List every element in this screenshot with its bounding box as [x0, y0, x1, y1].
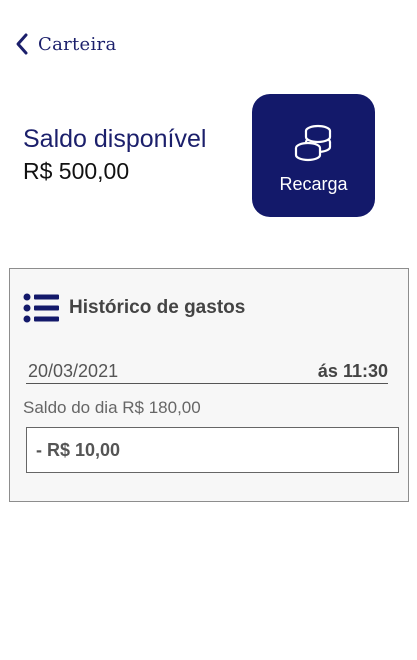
back-nav[interactable]: Carteira [14, 32, 117, 56]
balance-label: Saldo disponível [23, 125, 207, 153]
coins-icon [294, 124, 331, 162]
recharge-label: Recarga [279, 174, 348, 194]
chevron-left-icon[interactable] [14, 32, 32, 56]
history-entry[interactable]: 20/03/2021 ás 11:30 [26, 359, 388, 384]
day-balance: Saldo do dia R$ 180,00 [23, 398, 201, 417]
entry-time: ás 11:30 [317, 360, 388, 381]
history-panel: Histórico de gastos 20/03/2021 ás 11:30 … [9, 268, 409, 502]
balance-value: R$ 500,00 [23, 158, 130, 184]
history-title: Histórico de gastos [69, 297, 246, 318]
list-icon [23, 293, 59, 323]
history-header: Histórico de gastos [23, 293, 245, 323]
balance-section: Saldo disponível R$ 500,00 [23, 122, 206, 186]
page-title: Carteira [38, 33, 117, 55]
entry-date: 20/03/2021 [28, 360, 119, 381]
expense-amount-box: - R$ 10,00 [26, 427, 399, 473]
expense-amount: - R$ 10,00 [36, 439, 121, 460]
recharge-button[interactable]: Recarga [252, 94, 375, 217]
